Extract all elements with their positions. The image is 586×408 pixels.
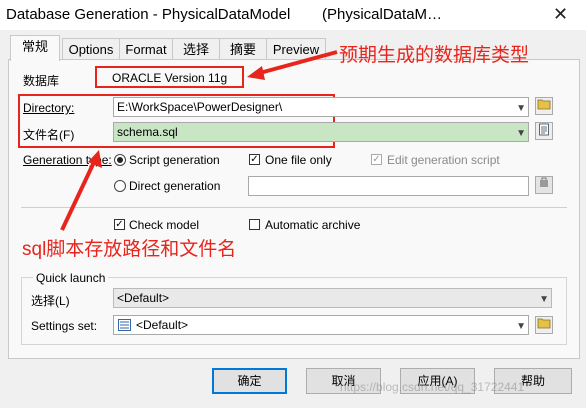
tab-general[interactable]: 常规 (10, 35, 60, 61)
arrow-line-dbms (255, 50, 338, 76)
arrow-line-path (60, 159, 97, 231)
annotation-arrows (60, 50, 338, 231)
arrow-head-dbms (247, 66, 265, 80)
arrow-head-path (88, 150, 102, 168)
